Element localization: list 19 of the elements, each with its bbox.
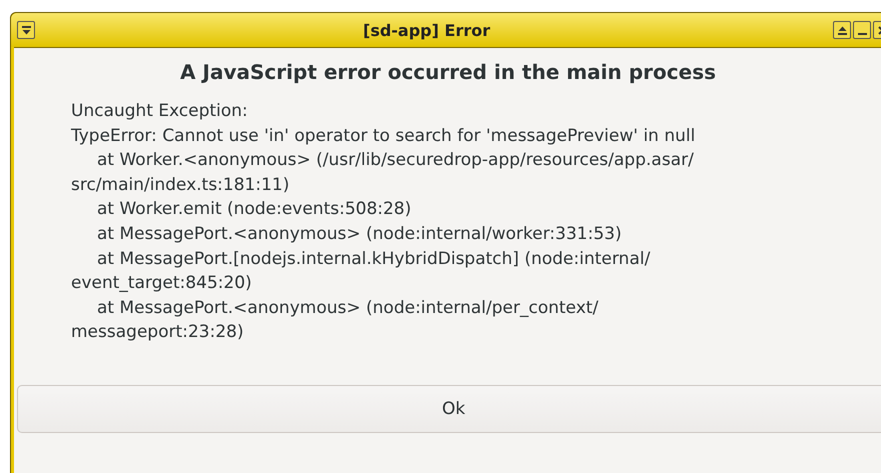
message-line: at Worker.emit (node:events:508:28) xyxy=(96,198,412,222)
message-line: at MessagePort.[nodejs.internal.kHybridDispatch] (node:internal/ xyxy=(96,248,652,271)
message-line: at MessagePort.<anonymous> (node:internal/worker:331:53) xyxy=(96,222,623,246)
window-menu-button[interactable] xyxy=(17,21,35,39)
minimize-icon xyxy=(858,33,866,35)
menu-icon xyxy=(20,24,32,36)
message-line: at MessagePort.<anonymous> (node:internal/per_context/ xyxy=(96,296,600,320)
window-title: [sd-app] Error xyxy=(363,20,490,40)
message-line: TypeError: Cannot use 'in' operator to search for 'messagePreview' in null xyxy=(71,124,696,148)
message-line: at Worker.<anonymous> (/usr/lib/securedrop-app/resources/app.asar/ xyxy=(96,149,695,172)
shade-icon xyxy=(836,24,848,36)
minimize-button[interactable] xyxy=(853,21,871,39)
ok-button[interactable]: Ok xyxy=(17,384,881,433)
shade-button[interactable] xyxy=(833,21,851,39)
message-line: src/main/index.ts:181:11) xyxy=(71,174,290,197)
message-line: Uncaught Exception: xyxy=(71,100,249,123)
message-line: event_target:845:20) xyxy=(71,272,253,296)
error-heading: A JavaScript error occurred in the main process xyxy=(179,60,717,84)
message-line: messageport:23:28) xyxy=(71,321,245,344)
